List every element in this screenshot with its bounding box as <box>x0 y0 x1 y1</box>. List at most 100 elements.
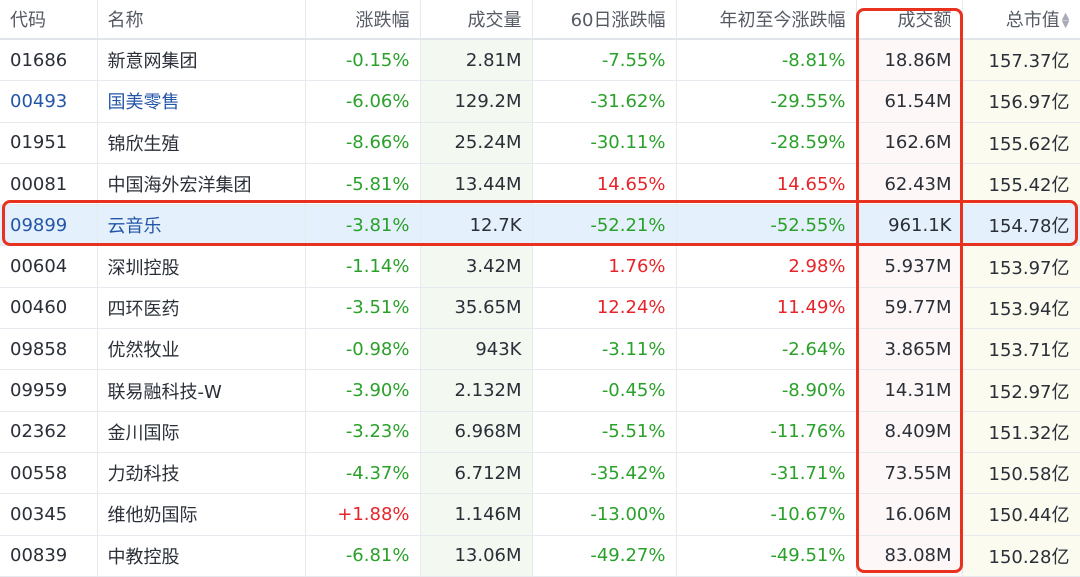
stock-code: 00345 <box>0 493 98 536</box>
table-row[interactable]: 01686 新意网集团 -0.15% 2.81M -7.55% -8.81% 18.86M 1… <box>0 39 1080 82</box>
header-ytd-change[interactable]: 年初至今涨跌幅 <box>676 0 857 40</box>
header-name[interactable]: 名称 <box>97 0 306 40</box>
stock-code: 00493 <box>0 80 98 123</box>
volume-cell: 2.132M <box>420 369 533 412</box>
stock-code: 09899 <box>0 204 98 247</box>
ytd-change-cell: -8.81% <box>676 39 857 82</box>
change-60d-cell: -35.42% <box>532 452 677 495</box>
ytd-change-cell: -28.59% <box>676 122 857 164</box>
stock-name: 深圳控股 <box>97 245 306 288</box>
stock-name: 新意网集团 <box>97 39 306 82</box>
table-row[interactable]: 00604 深圳控股 -1.14% 3.42M 1.76% 2.98% 5.937M 153.… <box>0 245 1080 288</box>
stock-name: 联易融科技-W <box>97 369 306 412</box>
change-cell: -3.90% <box>305 369 421 412</box>
change-60d-cell: -30.11% <box>532 122 677 164</box>
market-cap-cell: 150.28亿 <box>962 535 1080 577</box>
turnover-cell: 18.86M <box>856 39 963 82</box>
change-cell: +1.88% <box>305 493 421 536</box>
turnover-cell: 5.937M <box>856 245 963 288</box>
turnover-cell: 59.77M <box>856 287 963 330</box>
stock-code: 01686 <box>0 39 98 82</box>
turnover-cell: 3.865M <box>856 328 963 371</box>
market-cap-cell: 157.37亿 <box>962 39 1080 82</box>
ytd-change-cell: -31.71% <box>676 452 857 495</box>
market-cap-cell: 154.78亿 <box>962 204 1080 247</box>
turnover-cell: 16.06M <box>856 493 963 536</box>
change-cell: -4.37% <box>305 452 421 495</box>
header-volume[interactable]: 成交量 <box>420 0 533 40</box>
header-row: 代码 名称 涨跌幅 成交量 60日涨跌幅 年初至今涨跌幅 成交额 总市值 ▲ ▼ <box>0 0 1080 40</box>
stock-name: 云音乐 <box>97 204 306 247</box>
market-cap-cell: 153.94亿 <box>962 287 1080 330</box>
table-row[interactable]: 00839 中教控股 -6.81% 13.06M -49.27% -49.51% 83.08… <box>0 535 1080 577</box>
table-row[interactable]: 00081 中国海外宏洋集团 -5.81% 13.44M 14.65% 14.65% 62.… <box>0 163 1080 206</box>
header-turnover[interactable]: 成交额 <box>856 0 963 40</box>
change-cell: -6.81% <box>305 535 421 577</box>
stock-code: 00558 <box>0 452 98 495</box>
header-code[interactable]: 代码 <box>0 0 98 40</box>
volume-cell: 13.06M <box>420 535 533 577</box>
turnover-cell: 14.31M <box>856 369 963 412</box>
turnover-cell: 83.08M <box>856 535 963 577</box>
volume-cell: 6.712M <box>420 452 533 495</box>
stock-name: 四环医药 <box>97 287 306 330</box>
header-market-cap[interactable]: 总市值 ▲ ▼ <box>962 0 1080 40</box>
stock-code: 09858 <box>0 328 98 371</box>
ytd-change-cell: 2.98% <box>676 245 857 288</box>
change-cell: -8.66% <box>305 122 421 164</box>
change-60d-cell: -49.27% <box>532 535 677 577</box>
table-row[interactable]: 00558 力劲科技 -4.37% 6.712M -35.42% -31.71% 73.55… <box>0 452 1080 495</box>
change-cell: -1.14% <box>305 245 421 288</box>
table-row[interactable]: 00345 维他奶国际 +1.88% 1.146M -13.00% -10.67% 16.0… <box>0 493 1080 536</box>
change-cell: -5.81% <box>305 163 421 206</box>
volume-cell: 3.42M <box>420 245 533 288</box>
ytd-change-cell: -52.55% <box>676 204 857 247</box>
turnover-cell: 62.43M <box>856 163 963 206</box>
stock-name: 锦欣生殖 <box>97 122 306 164</box>
market-cap-cell: 153.71亿 <box>962 328 1080 371</box>
table-row[interactable]: 00460 四环医药 -3.51% 35.65M 12.24% 11.49% 59.77M 1… <box>0 287 1080 330</box>
turnover-cell: 61.54M <box>856 80 963 123</box>
change-cell: -0.98% <box>305 328 421 371</box>
volume-cell: 943K <box>420 328 533 371</box>
change-60d-cell: -31.62% <box>532 80 677 123</box>
table-row[interactable]: 09959 联易融科技-W -3.90% 2.132M -0.45% -8.90% 14.3… <box>0 369 1080 412</box>
change-cell: -3.23% <box>305 411 421 453</box>
stock-name: 维他奶国际 <box>97 493 306 536</box>
change-cell: -6.06% <box>305 80 421 123</box>
header-change[interactable]: 涨跌幅 <box>305 0 421 40</box>
market-cap-cell: 155.42亿 <box>962 163 1080 206</box>
sort-icon[interactable]: ▲ ▼ <box>1062 12 1070 30</box>
table-row[interactable]: 09899 云音乐 -3.81% 12.7K -52.21% -52.55% 961.1K 1… <box>0 204 1080 247</box>
market-cap-cell: 151.32亿 <box>962 411 1080 453</box>
table-row[interactable]: 09858 优然牧业 -0.98% 943K -3.11% -2.64% 3.865M 153… <box>0 328 1080 371</box>
stock-name: 中国海外宏洋集团 <box>97 163 306 206</box>
ytd-change-cell: -2.64% <box>676 328 857 371</box>
change-60d-cell: -5.51% <box>532 411 677 453</box>
volume-cell: 129.2M <box>420 80 533 123</box>
change-60d-cell: 1.76% <box>532 245 677 288</box>
table-row[interactable]: 02362 金川国际 -3.23% 6.968M -5.51% -11.76% 8.409M… <box>0 411 1080 453</box>
change-cell: -0.15% <box>305 39 421 82</box>
turnover-cell: 73.55M <box>856 452 963 495</box>
change-cell: -3.81% <box>305 204 421 247</box>
stock-code: 00460 <box>0 287 98 330</box>
stock-code: 00604 <box>0 245 98 288</box>
turnover-cell: 8.409M <box>856 411 963 453</box>
table-row[interactable]: 01951 锦欣生殖 -8.66% 25.24M -30.11% -28.59% 162.6… <box>0 122 1080 164</box>
ytd-change-cell: 14.65% <box>676 163 857 206</box>
change-60d-cell: -7.55% <box>532 39 677 82</box>
table-row[interactable]: 00493 国美零售 -6.06% 129.2M -31.62% -29.55% 61.54… <box>0 80 1080 123</box>
market-cap-cell: 150.44亿 <box>962 493 1080 536</box>
market-cap-cell: 153.97亿 <box>962 245 1080 288</box>
header-60d-change[interactable]: 60日涨跌幅 <box>532 0 677 40</box>
volume-cell: 25.24M <box>420 122 533 164</box>
stock-code: 02362 <box>0 411 98 453</box>
ytd-change-cell: -10.67% <box>676 493 857 536</box>
market-cap-cell: 155.62亿 <box>962 122 1080 164</box>
volume-cell: 13.44M <box>420 163 533 206</box>
change-60d-cell: -52.21% <box>532 204 677 247</box>
change-60d-cell: 14.65% <box>532 163 677 206</box>
stock-code: 00081 <box>0 163 98 206</box>
header-market-cap-label: 总市值 <box>1005 10 1060 31</box>
